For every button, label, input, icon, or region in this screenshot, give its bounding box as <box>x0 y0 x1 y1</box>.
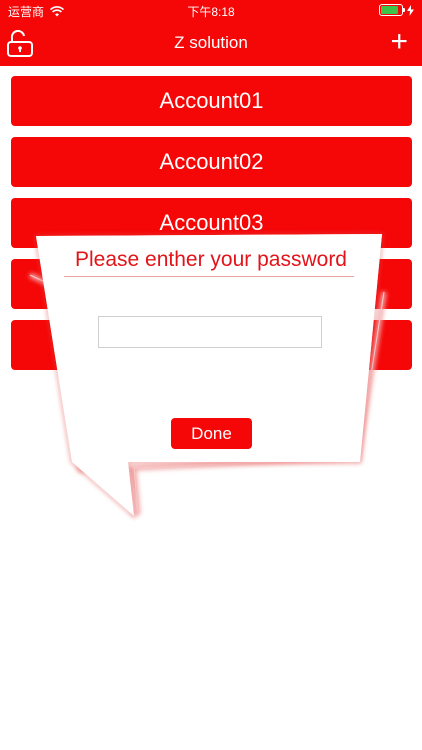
dialog-title: Please enther your password <box>75 248 347 271</box>
title-divider <box>64 276 354 277</box>
done-button[interactable]: Done <box>171 418 252 449</box>
speech-bubble-frame <box>28 232 387 519</box>
password-input[interactable] <box>98 316 322 348</box>
password-dialog: Please enther your password Done <box>0 0 422 750</box>
